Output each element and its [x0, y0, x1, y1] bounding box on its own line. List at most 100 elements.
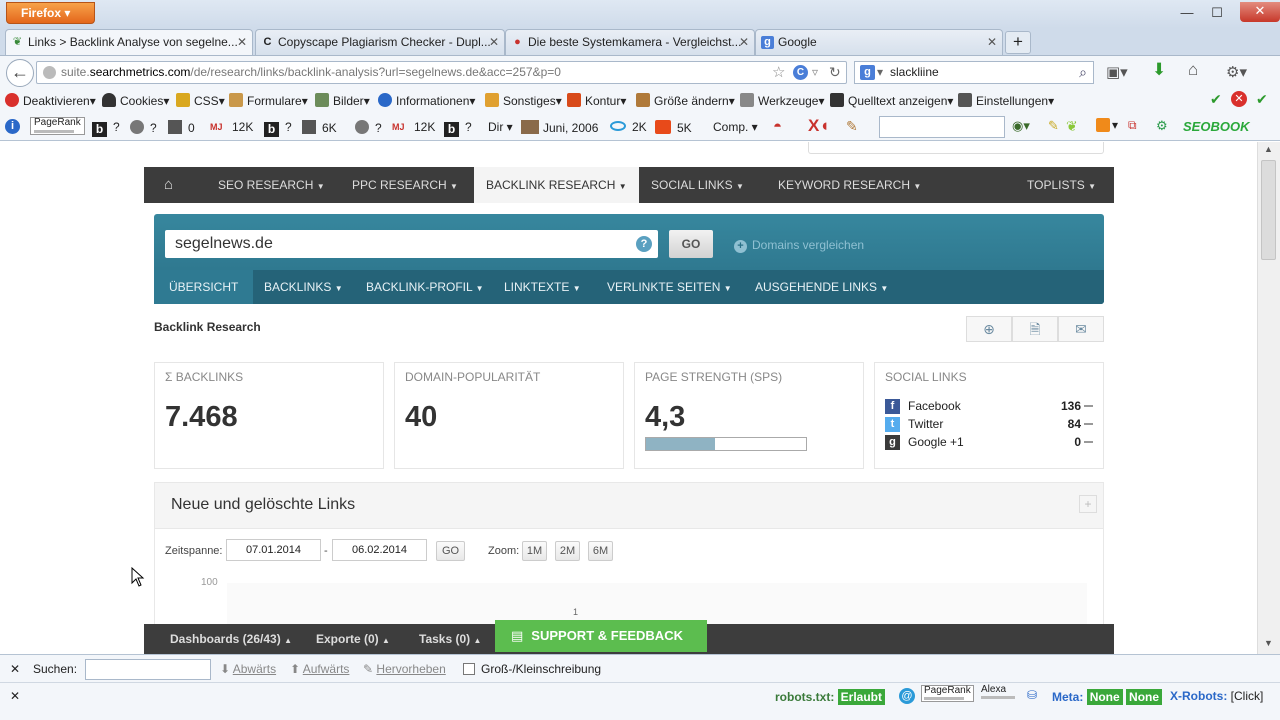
find-next-button[interactable]: ⬇ Abwärts [220, 662, 276, 676]
seo-majestic-item[interactable]: MJ 12K [210, 120, 253, 136]
compare-domains-link[interactable]: + Domains vergleichen [734, 238, 864, 253]
seo-compete-item[interactable]: 5K [655, 120, 692, 135]
go-button[interactable]: GO [669, 230, 713, 258]
statusbar-close-icon[interactable]: ✕ [10, 689, 20, 703]
eye-dropdown-icon[interactable]: ◉▾ [1012, 118, 1030, 134]
tab-close-icon[interactable]: ✕ [489, 30, 499, 54]
addon-icon[interactable]: ⚙▾ [1226, 63, 1247, 81]
statusbar-alexa-widget[interactable]: Alexa [981, 685, 1015, 702]
dropdown-arrow-icon[interactable]: ▿ [812, 62, 818, 83]
seo-index-item[interactable]: 0 [168, 120, 195, 135]
match-case-checkbox[interactable]: Groß-/Kleinschreibung [463, 662, 601, 676]
tasks-button[interactable]: Tasks (0) ▲ [419, 624, 481, 654]
error-x-icon[interactable]: ✕ [1231, 91, 1247, 107]
date-from-input[interactable]: 07.01.2014 [226, 539, 321, 561]
subnav-backlink-profil[interactable]: BACKLINK-PROFIL ▼ [366, 270, 484, 304]
find-previous-button[interactable]: ⬆ Aufwärts [290, 662, 349, 676]
comp-dropdown[interactable]: Comp. ▾ [713, 120, 758, 134]
css-menu[interactable]: CSS▾ [176, 93, 225, 108]
zoom-6m-button[interactable]: 6M [588, 541, 613, 561]
at-icon[interactable]: @ [899, 688, 915, 704]
bookmark-star-icon[interactable]: ☆ [772, 62, 785, 83]
date-go-button[interactable]: GO [436, 541, 465, 561]
seo-majestic2-item[interactable]: MJ 12K [392, 120, 435, 136]
rss-icon[interactable] [1096, 118, 1110, 132]
tools-menu[interactable]: Werkzeuge▾ [740, 93, 825, 108]
find-input[interactable] [85, 659, 211, 680]
add-widget-button[interactable]: ⊕ [966, 316, 1012, 342]
network-icon[interactable]: ⛁ [1027, 688, 1037, 702]
rss-dropdown-icon[interactable]: ▾ [1112, 118, 1118, 132]
tab-copyscape[interactable]: C Copyscape Plagiarism Checker - Dupl...… [255, 29, 505, 55]
domain-input[interactable]: segelnews.de ? [165, 230, 658, 258]
firefox-menu-button[interactable]: Firefox ▾ [6, 2, 95, 24]
highlighter-icon[interactable]: ✎ [1048, 118, 1059, 134]
copyscape-c-icon[interactable]: C [793, 65, 808, 80]
zoom-2m-button[interactable]: 2M [555, 541, 580, 561]
seo-alexa-item[interactable]: 2K [610, 120, 647, 134]
checkmark-icon[interactable]: ✔ [1210, 92, 1222, 106]
x-rel-icon[interactable]: X◖ [808, 116, 830, 136]
subnav-ausgehende-links[interactable]: AUSGEHENDE LINKS ▼ [755, 270, 888, 304]
new-tab-button[interactable]: + [1005, 31, 1031, 54]
window-close-button[interactable]: ✕ [1240, 2, 1280, 22]
disable-menu[interactable]: Deaktivieren▾ [5, 93, 96, 108]
exporte-button[interactable]: Exporte (0) ▲ [316, 624, 390, 654]
seo-b2-item[interactable]: b? [264, 120, 292, 137]
images-menu[interactable]: Bilder▾ [315, 93, 370, 108]
highlight-button[interactable]: ✎ Hervorheben [363, 662, 446, 676]
cookies-menu[interactable]: Cookies▾ [102, 93, 169, 108]
nav-backlink-research[interactable]: BACKLINK RESEARCH ▼ [474, 167, 639, 203]
scrollbar-thumb[interactable] [1261, 160, 1276, 260]
dashboards-button[interactable]: Dashboards (26/43) ▲ [170, 624, 292, 654]
page-scrollbar[interactable]: ▲ ▼ [1257, 142, 1280, 654]
home-icon[interactable]: ⌂ [1188, 60, 1198, 80]
expand-plus-icon[interactable]: + [1079, 495, 1097, 513]
info-circle-icon[interactable]: i [5, 119, 20, 134]
findbar-close-icon[interactable]: ✕ [10, 662, 20, 676]
seo-date-item[interactable]: Juni, 2006 [521, 120, 598, 135]
seo-age2-item[interactable]: ? [355, 120, 382, 135]
tab-close-icon[interactable]: ✕ [739, 30, 749, 54]
bookmarks-menu-icon[interactable]: ▣▾ [1106, 63, 1128, 81]
support-feedback-button[interactable]: ▤ SUPPORT & FEEDBACK [495, 620, 707, 652]
google-search-engine-icon[interactable]: g [860, 65, 875, 80]
leaf-icon[interactable]: ❦ [1066, 118, 1078, 135]
pagerank-widget[interactable]: PageRank [30, 117, 85, 135]
search-input[interactable]: g ▾ slackliine ⌕ [854, 61, 1094, 84]
popup-icon[interactable]: ⧉ [1128, 118, 1137, 133]
back-button[interactable]: ← [6, 59, 34, 87]
notepad-icon[interactable]: ✎ [846, 118, 858, 135]
nav-ppc-research[interactable]: PPC RESEARCH ▼ [352, 167, 458, 203]
check-green-icon[interactable]: ✔ [1256, 92, 1268, 106]
seobook-logo[interactable]: SEOBOOK [1183, 119, 1273, 134]
ufo-icon[interactable]: ◓ [773, 118, 782, 135]
tab-systemkamera[interactable]: ● Die beste Systemkamera - Vergleichst..… [505, 29, 755, 55]
tab-close-icon[interactable]: ✕ [987, 30, 997, 54]
engine-dropdown-icon[interactable]: ▾ [877, 62, 883, 83]
resize-menu[interactable]: Größe ändern▾ [636, 93, 735, 108]
zoom-1m-button[interactable]: 1M [522, 541, 547, 561]
help-icon[interactable]: ? [636, 236, 652, 252]
dir-dropdown[interactable]: Dir ▾ [488, 120, 513, 134]
nav-social-links[interactable]: SOCIAL LINKS ▼ [651, 167, 744, 203]
seo-b3-item[interactable]: b? [444, 120, 472, 137]
nav-toplists[interactable]: TOPLISTS ▼ [1027, 167, 1096, 203]
url-bar[interactable]: suite.searchmetrics.com/de/research/link… [36, 61, 847, 84]
maximize-button[interactable]: ☐ [1202, 4, 1232, 22]
download-icon[interactable]: ⬇ [1152, 60, 1166, 80]
nav-keyword-research[interactable]: KEYWORD RESEARCH ▼ [778, 167, 921, 203]
seo-links-item[interactable]: 6K [302, 120, 337, 135]
seobook-mark-icon[interactable]: ⚙ [1156, 118, 1168, 134]
forms-menu[interactable]: Formulare▾ [229, 93, 308, 108]
minimize-button[interactable]: — [1172, 4, 1202, 22]
information-menu[interactable]: Informationen▾ [378, 93, 475, 108]
email-button[interactable]: ✉ [1058, 316, 1104, 342]
subnav-linktexte[interactable]: LINKTEXTE ▼ [504, 270, 581, 304]
date-to-input[interactable]: 06.02.2014 [332, 539, 427, 561]
seo-age-item[interactable]: ? [130, 120, 157, 135]
tab-links-backlink[interactable]: ❦ Links > Backlink Analyse von segelne..… [5, 29, 253, 55]
search-icon[interactable]: ⌕ [1079, 62, 1087, 83]
home-icon[interactable]: ⌂ [164, 167, 173, 203]
statusbar-pagerank-widget[interactable]: PageRank [921, 685, 974, 702]
